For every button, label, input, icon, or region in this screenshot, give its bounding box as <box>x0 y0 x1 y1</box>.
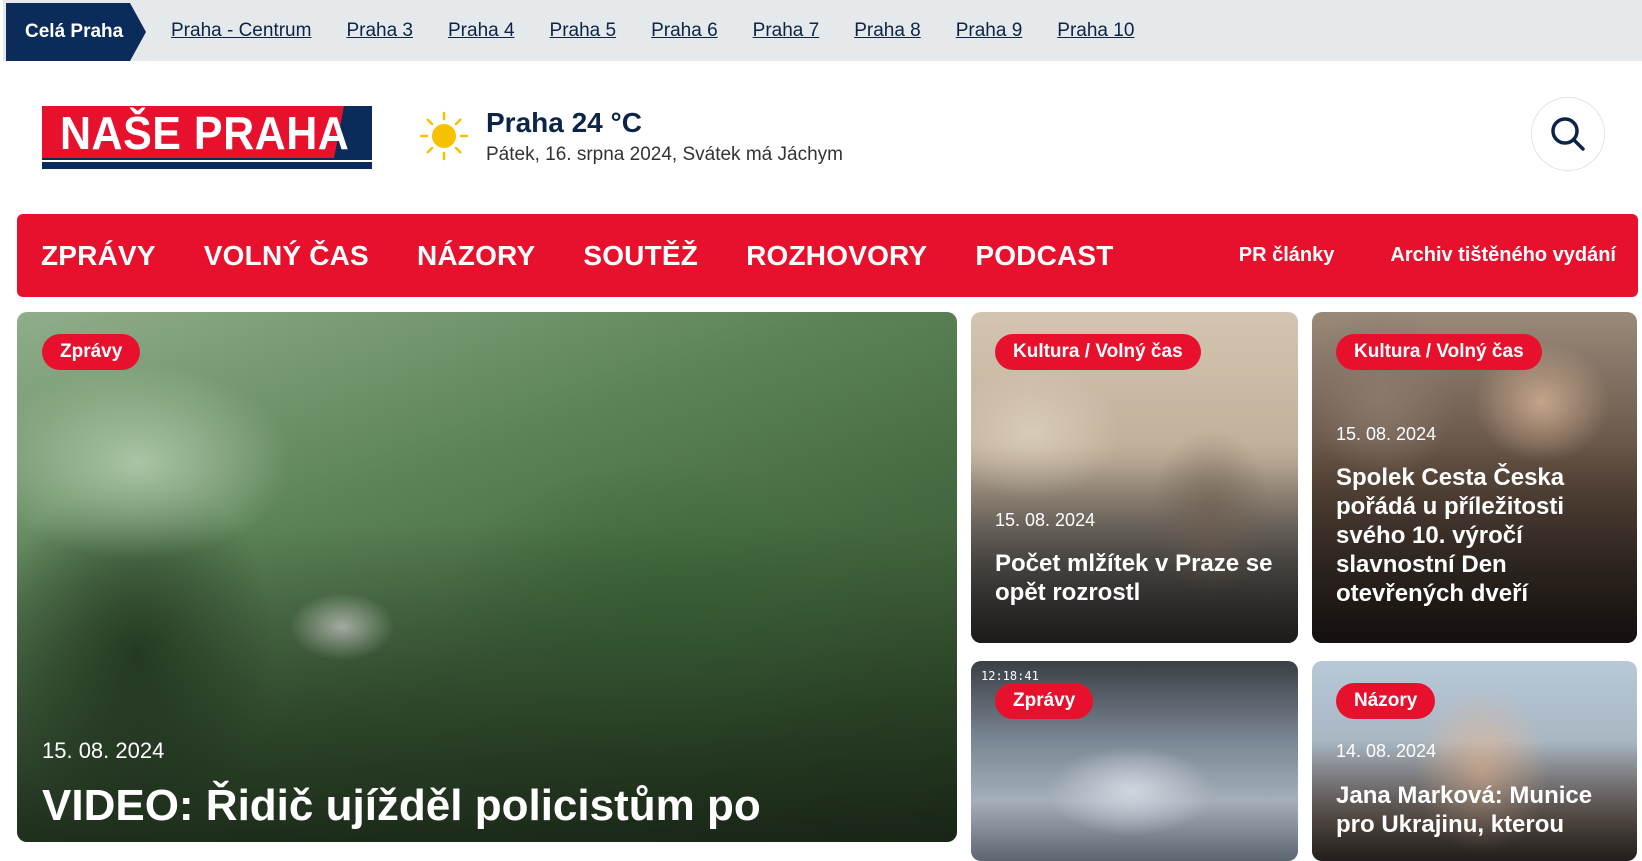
weather-date: Pátek, 16. srpna 2024, Svátek má Jáchym <box>486 144 843 165</box>
category-badge[interactable]: Kultura / Volný čas <box>995 334 1201 370</box>
nav-secondary: PR články Archiv tištěného vydání <box>1239 214 1616 297</box>
category-badge[interactable]: Zprávy <box>995 683 1094 719</box>
article-card[interactable]: Názory 14. 08. 2024 Jana Marková: Munice… <box>1312 661 1637 861</box>
district-link-praha-5[interactable]: Praha 5 <box>550 20 617 42</box>
main-nav: ZPRÁVY VOLNÝ ČAS NÁZORY SOUTĚŽ ROZHOVORY… <box>17 214 1638 297</box>
article-date: 15. 08. 2024 <box>1336 424 1437 444</box>
nav-item-pr-clanky[interactable]: PR články <box>1239 244 1335 267</box>
main-nav-items: ZPRÁVY VOLNÝ ČAS NÁZORY SOUTĚŽ ROZHOVORY… <box>41 214 1114 297</box>
article-card[interactable]: Kultura / Volný čas 15. 08. 2024 Spolek … <box>1312 312 1637 643</box>
category-badge[interactable]: Kultura / Volný čas <box>1336 334 1542 370</box>
article-card[interactable]: 12:18:41 Zprávy <box>971 661 1298 861</box>
nav-item-rozhovory[interactable]: ROZHOVORY <box>746 240 927 272</box>
district-link-praha-4[interactable]: Praha 4 <box>448 20 515 42</box>
search-button[interactable] <box>1531 97 1605 171</box>
site-logo[interactable]: NAŠE PRAHA <box>42 106 372 169</box>
nav-item-nazory[interactable]: NÁZORY <box>417 240 535 272</box>
article-date: 15. 08. 2024 <box>42 738 165 763</box>
logo-stripe <box>42 160 372 162</box>
district-link-praha-6[interactable]: Praha 6 <box>651 20 718 42</box>
article-title[interactable]: VIDEO: Řidič ujížděl policistům po <box>42 780 761 832</box>
district-link-praha-9[interactable]: Praha 9 <box>956 20 1023 42</box>
district-link-praha-8[interactable]: Praha 8 <box>854 20 921 42</box>
nav-item-podcast[interactable]: PODCAST <box>975 240 1113 272</box>
nav-item-soutez[interactable]: SOUTĚŽ <box>583 240 698 272</box>
nav-item-volny-cas[interactable]: VOLNÝ ČAS <box>204 240 369 272</box>
article-date: 15. 08. 2024 <box>995 510 1096 530</box>
article-title[interactable]: Spolek Cesta Česka pořádá u příležitosti… <box>1336 463 1626 608</box>
article-date: 14. 08. 2024 <box>1336 741 1437 761</box>
district-link-praha-10[interactable]: Praha 10 <box>1057 20 1134 42</box>
district-bar: Celá Praha Praha - Centrum Praha 3 Praha… <box>0 0 1642 61</box>
search-icon <box>1551 117 1585 151</box>
nav-item-archiv[interactable]: Archiv tištěného vydání <box>1390 244 1616 267</box>
district-links: Praha - Centrum Praha 3 Praha 4 Praha 5 … <box>171 0 1134 61</box>
category-badge[interactable]: Názory <box>1336 683 1436 719</box>
sun-icon <box>419 111 469 161</box>
image-overlay <box>971 444 1298 643</box>
district-active-tab[interactable]: Celá Praha <box>6 3 146 61</box>
logo-text: NAŠE PRAHA <box>60 107 350 160</box>
nav-item-zpravy[interactable]: ZPRÁVY <box>41 240 156 272</box>
article-card[interactable]: Kultura / Volný čas 15. 08. 2024 Počet m… <box>971 312 1298 643</box>
weather-temperature: Praha 24 °C <box>486 107 642 138</box>
dashcam-timestamp: 12:18:41 <box>981 669 1039 683</box>
article-title[interactable]: Jana Marková: Munice pro Ukrajinu, ktero… <box>1336 781 1626 839</box>
district-link-centrum[interactable]: Praha - Centrum <box>171 20 311 42</box>
article-card-featured[interactable]: Zprávy 15. 08. 2024 VIDEO: Řidič ujížděl… <box>17 312 957 842</box>
article-title[interactable]: Počet mlžítek v Praze se opět rozrostl <box>995 549 1285 607</box>
category-badge[interactable]: Zprávy <box>42 334 141 370</box>
district-link-praha-7[interactable]: Praha 7 <box>753 20 820 42</box>
district-link-praha-3[interactable]: Praha 3 <box>346 20 413 42</box>
